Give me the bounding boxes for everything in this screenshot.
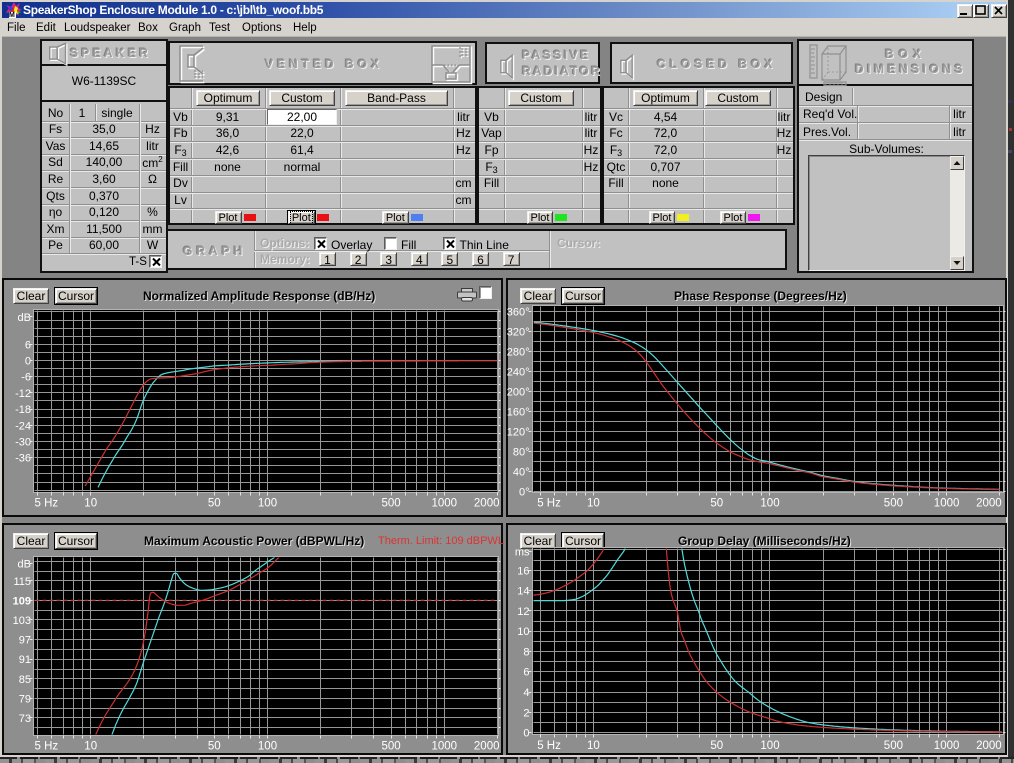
- svg-text:240°: 240°: [507, 366, 530, 378]
- svg-text:50: 50: [208, 498, 221, 510]
- svg-text:1000: 1000: [934, 498, 960, 510]
- svg-text:1000: 1000: [432, 741, 458, 753]
- svg-text:2000: 2000: [976, 740, 1002, 752]
- svg-text:6: 6: [523, 667, 529, 679]
- svg-text:200°: 200°: [507, 386, 530, 398]
- svg-text:160°: 160°: [507, 406, 530, 418]
- svg-text:91: 91: [19, 654, 31, 666]
- svg-text:0°: 0°: [519, 486, 530, 498]
- svg-text:73: 73: [19, 713, 31, 725]
- svg-text:500: 500: [884, 740, 903, 752]
- svg-text:0: 0: [523, 728, 529, 740]
- svg-text:500: 500: [382, 498, 401, 510]
- svg-text:2: 2: [523, 707, 529, 719]
- svg-text:5 Hz: 5 Hz: [537, 740, 561, 752]
- svg-text:-36: -36: [15, 453, 31, 465]
- svg-text:97: 97: [19, 635, 31, 647]
- svg-text:100: 100: [760, 498, 779, 510]
- svg-text:5 Hz: 5 Hz: [537, 498, 561, 510]
- svg-text:80°: 80°: [513, 446, 530, 458]
- svg-text:50: 50: [710, 498, 723, 510]
- svg-text:10: 10: [587, 498, 600, 510]
- svg-text:50: 50: [710, 740, 723, 752]
- svg-text:115: 115: [13, 576, 31, 588]
- svg-text:-24: -24: [15, 420, 31, 432]
- svg-text:16: 16: [517, 565, 529, 577]
- svg-text:ms: ms: [515, 547, 530, 559]
- svg-text:500: 500: [884, 498, 903, 510]
- svg-text:10: 10: [84, 741, 97, 753]
- svg-text:dB: dB: [18, 559, 31, 571]
- svg-text:10: 10: [587, 740, 600, 752]
- svg-text:50: 50: [208, 741, 221, 753]
- svg-text:10: 10: [84, 498, 97, 510]
- svg-text:-30: -30: [15, 437, 31, 449]
- svg-text:1000: 1000: [934, 740, 960, 752]
- svg-text:14: 14: [517, 586, 529, 598]
- svg-text:100: 100: [258, 741, 277, 753]
- svg-text:79: 79: [19, 693, 31, 705]
- svg-text:12: 12: [517, 606, 529, 618]
- svg-text:100: 100: [258, 498, 277, 510]
- svg-text:-18: -18: [15, 404, 31, 416]
- svg-text:360°: 360°: [507, 306, 530, 318]
- svg-text:1000: 1000: [432, 498, 458, 510]
- svg-text:0: 0: [25, 356, 31, 368]
- svg-text:10: 10: [517, 626, 529, 638]
- svg-text:8: 8: [523, 646, 529, 658]
- svg-text:dB: dB: [18, 312, 31, 324]
- svg-text:100: 100: [760, 740, 779, 752]
- svg-text:6: 6: [25, 339, 31, 351]
- svg-text:2000: 2000: [474, 741, 500, 753]
- svg-text:103: 103: [13, 615, 31, 627]
- svg-text:320°: 320°: [507, 326, 530, 338]
- svg-text:109: 109: [13, 595, 31, 607]
- svg-text:280°: 280°: [507, 346, 530, 358]
- svg-text:-12: -12: [15, 388, 31, 400]
- svg-text:5 Hz: 5 Hz: [35, 498, 59, 510]
- svg-text:2000: 2000: [976, 498, 1002, 510]
- svg-text:5 Hz: 5 Hz: [35, 741, 59, 753]
- svg-text:40°: 40°: [513, 466, 530, 478]
- svg-text:120°: 120°: [507, 426, 530, 438]
- svg-text:-6: -6: [21, 372, 31, 384]
- svg-text:2000: 2000: [474, 498, 500, 510]
- svg-text:85: 85: [19, 674, 31, 686]
- svg-text:500: 500: [382, 741, 401, 753]
